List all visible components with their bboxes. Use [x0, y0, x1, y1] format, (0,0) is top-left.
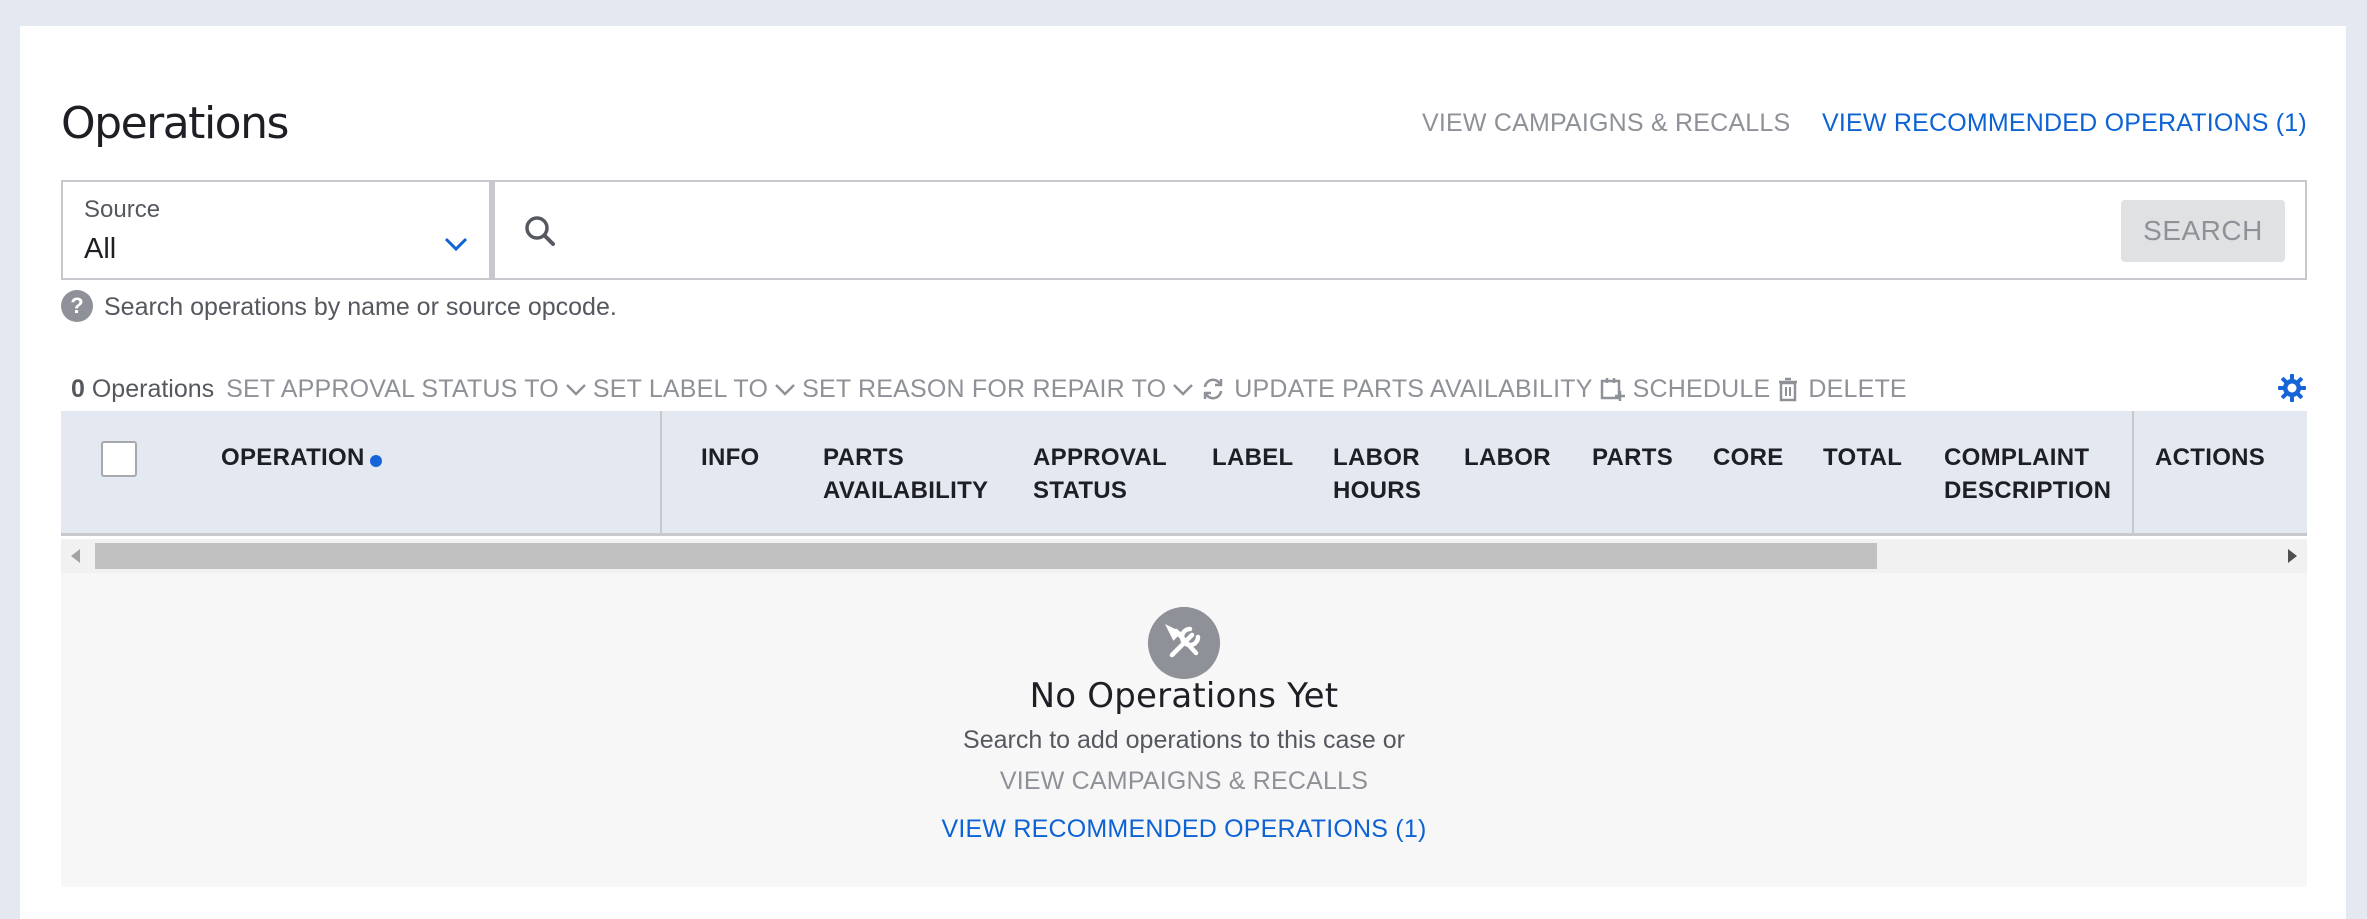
- calendar-add-icon: [1600, 378, 1625, 401]
- scroll-right-arrow-icon[interactable]: [2288, 549, 2297, 563]
- delete-button[interactable]: DELETE: [1776, 374, 1907, 404]
- schedule-button[interactable]: SCHEDULE: [1599, 375, 1771, 404]
- column-header-parts-availability-line2: AVAILABILITY: [823, 477, 989, 504]
- column-header-label: LABEL: [1212, 444, 1294, 471]
- schedule-label: SCHEDULE: [1632, 374, 1771, 403]
- source-label: Source: [84, 196, 161, 223]
- operations-table-header: OPERATION INFO PARTS AVAILABILITY APPROVA…: [61, 411, 2307, 536]
- column-header-labor: LABOR: [1464, 444, 1551, 471]
- tools-icon: [1148, 607, 1220, 679]
- chevron-down-icon: [444, 237, 468, 252]
- column-header-approval-status: APPROVAL STATUS: [1033, 441, 1167, 507]
- operations-count-label: Operations: [91, 374, 215, 403]
- delete-label: DELETE: [1808, 374, 1907, 403]
- column-header-operation[interactable]: OPERATION: [221, 441, 382, 474]
- column-header-parts-availability-line1: PARTS: [823, 444, 905, 471]
- column-divider: [660, 411, 662, 533]
- column-header-total: TOTAL: [1823, 444, 1903, 471]
- column-divider: [2132, 411, 2134, 533]
- column-header-actions: ACTIONS: [2155, 444, 2266, 471]
- chevron-down-icon: [566, 384, 586, 396]
- chevron-down-icon: [1173, 384, 1194, 396]
- operations-count-number: 0: [71, 374, 85, 403]
- set-reason-for-repair-label: SET REASON FOR REPAIR TO: [802, 374, 1167, 403]
- search-button[interactable]: SEARCH: [2121, 200, 2285, 262]
- horizontal-scrollbar[interactable]: [61, 539, 2307, 573]
- column-header-labor-hours-line2: HOURS: [1333, 477, 1422, 504]
- update-parts-availability-label: UPDATE PARTS AVAILABILITY: [1234, 374, 1593, 403]
- trash-icon: [1779, 377, 1798, 402]
- scrollbar-thumb[interactable]: [95, 543, 1877, 569]
- set-label-label: SET LABEL TO: [592, 374, 769, 403]
- empty-state-view-recommended-link[interactable]: VIEW RECOMMENDED OPERATIONS (1): [61, 815, 2307, 844]
- chevron-down-icon: [775, 384, 795, 396]
- column-header-labor-hours: LABOR HOURS: [1333, 441, 1421, 507]
- scroll-left-arrow-icon[interactable]: [71, 549, 80, 563]
- bulk-actions-toolbar: 0 Operations SET APPROVAL STATUS TO SET …: [71, 372, 1913, 406]
- source-select[interactable]: Source All: [61, 180, 491, 280]
- column-header-operation-label: OPERATION: [221, 444, 365, 471]
- empty-state-subtitle: Search to add operations to this case or: [963, 726, 1405, 754]
- search-field: SEARCH: [491, 180, 2307, 280]
- column-header-approval-status-line2: STATUS: [1033, 477, 1128, 504]
- column-header-info: INFO: [701, 444, 760, 471]
- empty-state-title: No Operations Yet: [1029, 676, 1339, 716]
- set-approval-status-dropdown[interactable]: SET APPROVAL STATUS TO: [226, 375, 587, 404]
- page-title: Operations: [61, 98, 289, 149]
- column-header-parts: PARTS: [1592, 444, 1674, 471]
- empty-state-view-campaigns-link[interactable]: VIEW CAMPAIGNS & RECALLS: [61, 767, 2307, 796]
- source-value: All: [84, 233, 117, 265]
- set-approval-status-label: SET APPROVAL STATUS TO: [226, 374, 559, 403]
- view-recommended-operations-link[interactable]: VIEW RECOMMENDED OPERATIONS (1): [1822, 109, 2307, 138]
- help-icon: ?: [61, 290, 93, 322]
- column-header-labor-hours-line1: LABOR: [1333, 444, 1420, 471]
- search-icon: [525, 216, 555, 246]
- empty-state: No Operations Yet Search to add operatio…: [61, 573, 2307, 887]
- gear-icon[interactable]: [2277, 373, 2307, 403]
- refresh-icon: [1203, 378, 1223, 400]
- search-input[interactable]: [575, 204, 1575, 258]
- column-header-complaint-description-line2: DESCRIPTION: [1944, 477, 2112, 504]
- set-reason-for-repair-dropdown[interactable]: SET REASON FOR REPAIR TO: [802, 375, 1194, 404]
- column-header-complaint-description-line1: COMPLAINT: [1944, 444, 2090, 471]
- search-help-text: Search operations by name or source opco…: [104, 293, 617, 321]
- column-header-approval-status-line1: APPROVAL: [1033, 444, 1167, 471]
- set-label-dropdown[interactable]: SET LABEL TO: [593, 375, 796, 404]
- select-all-checkbox[interactable]: [101, 441, 137, 477]
- update-parts-availability-button[interactable]: UPDATE PARTS AVAILABILITY: [1200, 375, 1592, 404]
- sort-indicator-icon: [369, 455, 382, 467]
- view-campaigns-recalls-link[interactable]: VIEW CAMPAIGNS & RECALLS: [1422, 109, 1790, 138]
- column-header-complaint-description: COMPLAINT DESCRIPTION: [1944, 441, 2111, 507]
- column-header-core: CORE: [1713, 444, 1784, 471]
- column-header-parts-availability: PARTS AVAILABILITY: [823, 441, 988, 507]
- operations-count: 0 Operations: [71, 375, 214, 404]
